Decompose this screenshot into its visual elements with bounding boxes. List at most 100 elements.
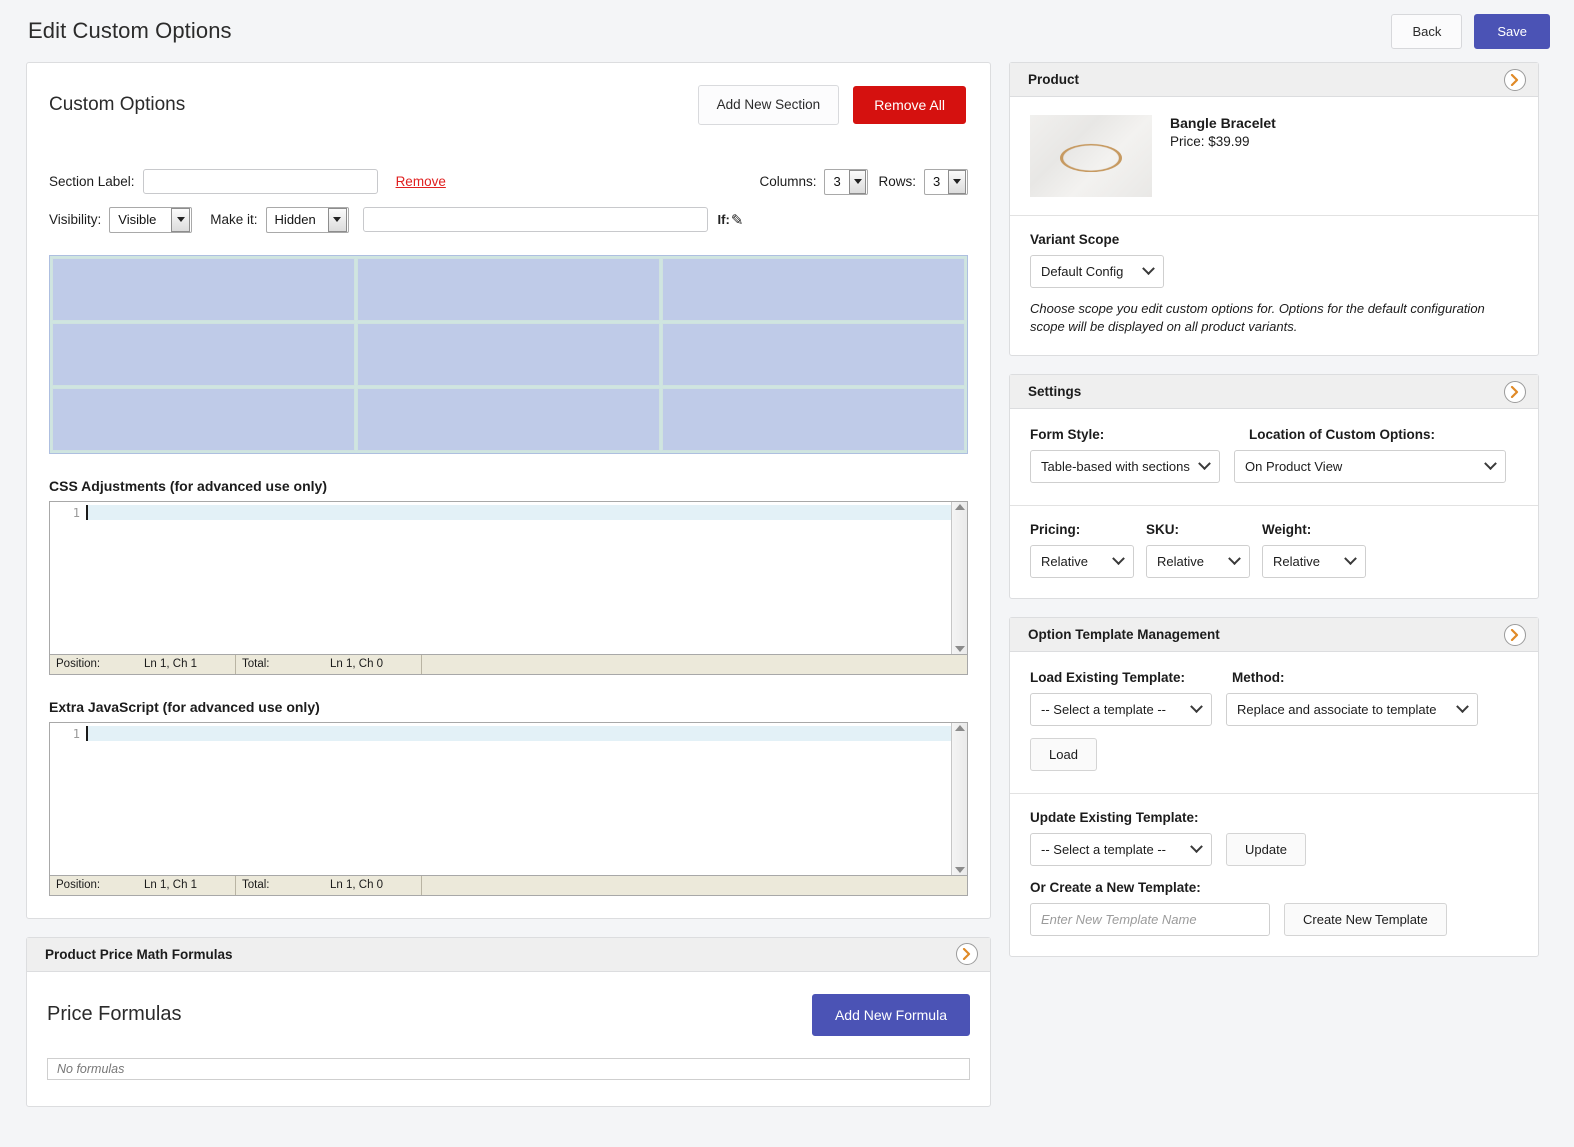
grid-cell[interactable]: [357, 387, 660, 451]
js-editor-scrollbar[interactable]: [951, 722, 967, 875]
grid-cell[interactable]: [662, 387, 965, 451]
settings-panel-title: Settings: [1028, 384, 1082, 400]
chevron-down-icon: [171, 207, 191, 232]
visibility-select-value: Visible: [118, 212, 157, 227]
price-formulas-card: Product Price Math Formulas Price Formul…: [26, 936, 991, 1107]
load-template-select[interactable]: -- Select a template --: [1030, 693, 1212, 727]
chevron-right-glyph: [1510, 385, 1519, 398]
grid-cell[interactable]: [662, 322, 965, 386]
settings-panel-body: Form Style: Location of Custom Options: …: [1010, 409, 1538, 598]
location-value: On Product View: [1245, 459, 1343, 475]
condition-input[interactable]: [362, 207, 708, 232]
grid-cell[interactable]: [357, 257, 660, 321]
grid-cell[interactable]: [52, 322, 355, 386]
update-template-button[interactable]: Update: [1226, 833, 1306, 867]
save-button[interactable]: Save: [1474, 13, 1550, 49]
right-column: Product Bangle Bracelet Price: $39.99 Va…: [1009, 62, 1539, 975]
load-template-button[interactable]: Load: [1030, 738, 1097, 772]
grid-cell[interactable]: [357, 322, 660, 386]
css-editor-position: Position: Ln 1, Ch 1: [50, 654, 236, 674]
scroll-down-icon[interactable]: [954, 645, 965, 652]
remove-section-link[interactable]: Remove: [396, 174, 446, 189]
template-panel-header[interactable]: Option Template Management: [1010, 618, 1538, 653]
scroll-up-icon[interactable]: [954, 503, 965, 510]
chevron-right-circle-icon[interactable]: [1504, 623, 1526, 646]
grid-cell[interactable]: [52, 257, 355, 321]
pricing-select[interactable]: Relative: [1030, 545, 1134, 579]
custom-options-title: Custom Options: [49, 93, 186, 115]
load-template-controls: -- Select a template -- Replace and asso…: [1030, 693, 1518, 727]
product-panel-header[interactable]: Product: [1010, 63, 1538, 97]
price-formulas-header-row: Price Formulas Add New Formula: [47, 993, 970, 1036]
pencil-icon[interactable]: ✎: [731, 211, 744, 229]
chevron-right-circle-icon[interactable]: [956, 943, 978, 965]
price-formulas-title: Price Formulas: [47, 1003, 182, 1025]
scroll-up-icon[interactable]: [954, 724, 965, 731]
form-style-select[interactable]: Table-based with sections: [1030, 450, 1220, 484]
chevron-right-glyph: [1510, 73, 1519, 86]
make-it-label: Make it:: [210, 212, 258, 227]
divider: [1010, 505, 1538, 507]
remove-all-button[interactable]: Remove All: [853, 85, 966, 124]
chevron-down-icon: [1190, 840, 1203, 854]
css-editor-body[interactable]: 1: [50, 501, 967, 654]
css-editor-total: Total: Ln 1, Ch 0: [236, 654, 422, 674]
chevron-down-icon: [1484, 457, 1497, 471]
chevron-down-icon: [1456, 700, 1469, 714]
css-total-key: Total:: [242, 658, 270, 670]
js-position-value: Ln 1, Ch 1: [144, 879, 198, 891]
columns-label: Columns:: [759, 174, 817, 189]
method-select[interactable]: Replace and associate to template: [1226, 693, 1478, 727]
scroll-down-icon[interactable]: [954, 866, 965, 873]
grid-cell[interactable]: [662, 257, 965, 321]
columns-select[interactable]: 3: [824, 168, 869, 195]
weight-select[interactable]: Relative: [1262, 545, 1366, 579]
make-it-select[interactable]: Hidden: [265, 206, 349, 233]
css-editor-textarea[interactable]: [86, 502, 951, 654]
product-thumbnail: [1030, 115, 1152, 197]
rows-label: Rows:: [878, 174, 916, 189]
settings-panel-header[interactable]: Settings: [1010, 375, 1538, 410]
location-select[interactable]: On Product View: [1234, 450, 1506, 484]
rows-select-value: 3: [933, 174, 941, 189]
chevron-right-circle-icon[interactable]: [1504, 380, 1526, 403]
load-template-value: -- Select a template --: [1041, 702, 1166, 718]
chevron-right-circle-icon[interactable]: [1504, 68, 1526, 91]
settings-row-2-labels: Pricing: SKU: Weight:: [1030, 522, 1518, 537]
visibility-row: Visibility: Visible Make it: Hidden If: …: [49, 206, 968, 233]
js-editor-textarea[interactable]: [86, 723, 951, 875]
back-button[interactable]: Back: [1391, 13, 1463, 49]
add-new-formula-button[interactable]: Add New Formula: [811, 993, 970, 1036]
variant-scope-select[interactable]: Default Config: [1030, 255, 1164, 288]
product-price: Price: $39.99: [1170, 134, 1250, 149]
update-template-select[interactable]: -- Select a template --: [1030, 833, 1212, 867]
weight-value: Relative: [1273, 554, 1320, 570]
grid-cell[interactable]: [52, 387, 355, 451]
create-new-template-button[interactable]: Create New Template: [1284, 903, 1447, 937]
add-new-section-button[interactable]: Add New Section: [697, 85, 840, 125]
sku-select[interactable]: Relative: [1146, 545, 1250, 579]
new-template-name-input[interactable]: [1030, 903, 1270, 937]
css-editor-scrollbar[interactable]: [951, 501, 967, 654]
section-label-label: Section Label:: [49, 174, 135, 189]
custom-options-card: Custom Options Add New Section Remove Al…: [26, 62, 991, 919]
load-template-label: Load Existing Template:: [1030, 670, 1186, 686]
js-editor-total: Total: Ln 1, Ch 0: [236, 875, 422, 895]
make-it-select-value: Hidden: [274, 212, 316, 227]
visibility-select[interactable]: Visible: [109, 206, 193, 233]
js-editor-label: Extra JavaScript (for advanced use only): [49, 698, 320, 715]
chevron-down-icon: [1198, 457, 1211, 471]
js-editor[interactable]: 1 Position: Ln 1, Ch 1 Total: Ln 1, Ch 0: [49, 721, 968, 896]
section-label-input[interactable]: [142, 169, 378, 194]
price-formulas-panel-header[interactable]: Product Price Math Formulas: [27, 937, 990, 972]
chevron-down-icon: [948, 169, 966, 194]
options-grid: [49, 254, 968, 454]
update-template-label: Update Existing Template:: [1030, 810, 1199, 826]
js-editor-body[interactable]: 1: [50, 722, 967, 875]
css-editor[interactable]: 1 Position: Ln 1, Ch 1 Total: Ln 1, Ch 0: [49, 500, 968, 675]
settings-panel: Settings Form Style: Location of Custom …: [1009, 374, 1539, 600]
variant-scope-group: Variant Scope Default Config Choose scop…: [1030, 232, 1518, 335]
variant-scope-value: Default Config: [1041, 264, 1124, 279]
options-grid-wrap: [27, 233, 990, 454]
rows-select[interactable]: 3: [924, 168, 968, 195]
